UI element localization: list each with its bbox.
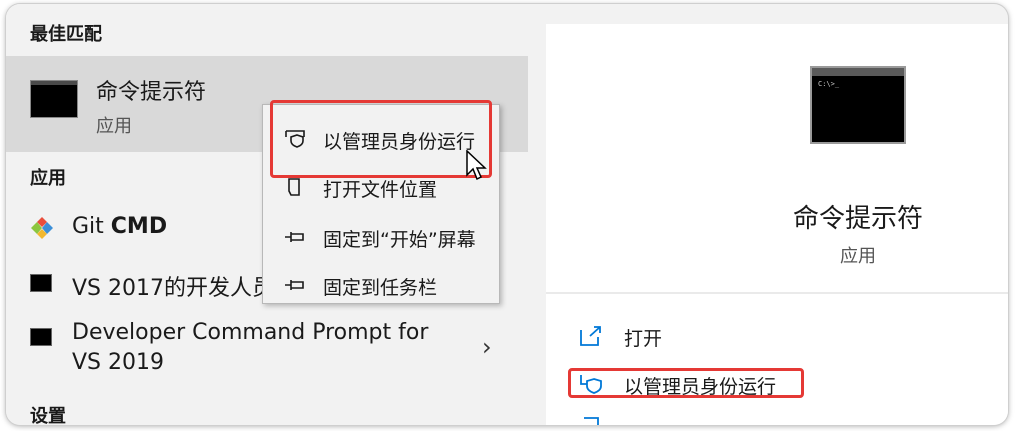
- console-icon: [30, 274, 52, 292]
- best-match-subtitle: 应用: [96, 116, 132, 137]
- cmd-app-icon: [30, 80, 78, 118]
- open-icon: [580, 326, 601, 346]
- app-item-dev-prompt-2019[interactable]: Developer Command Prompt for VS 2019: [6, 314, 528, 384]
- git-icon: [31, 217, 53, 239]
- highlight-box: [270, 100, 492, 178]
- details-title: 命令提示符: [792, 204, 923, 234]
- highlight-box: [568, 368, 804, 398]
- context-item-label: 打开文件位置: [323, 179, 438, 201]
- context-pin-to-taskbar[interactable]: 固定到任务栏: [263, 263, 499, 307]
- details-divider: [546, 292, 1008, 294]
- best-match-header: 最佳匹配: [30, 24, 102, 45]
- next-action-icon: [584, 417, 599, 425]
- pin-icon: [285, 280, 304, 290]
- context-item-label: 固定到任务栏: [323, 277, 438, 299]
- cmd-app-preview-icon: C:\>_: [810, 66, 906, 144]
- folder-icon: [288, 178, 300, 196]
- mouse-cursor-icon: [466, 150, 487, 181]
- app-item-label: VS 2017的开发人员: [72, 276, 274, 301]
- context-pin-to-start[interactable]: 固定到“开始”屏幕: [263, 215, 499, 259]
- action-label: 打开: [624, 328, 663, 350]
- search-results-window: 最佳匹配 命令提示符 应用 应用 Git CMD VS 2017的开发人员 De…: [6, 4, 1008, 425]
- chevron-right-icon[interactable]: ›: [482, 333, 492, 361]
- app-item-label: Developer Command Prompt for VS 2019: [72, 320, 429, 375]
- settings-header: 设置: [30, 406, 66, 425]
- details-pane: C:\>_ 命令提示符 应用 打开 以管理员身份运行: [546, 24, 1008, 425]
- pin-icon: [285, 232, 304, 242]
- app-item-label: Git CMD: [72, 214, 168, 239]
- details-subtitle: 应用: [840, 246, 876, 267]
- console-icon: [30, 328, 52, 346]
- apps-header: 应用: [30, 168, 66, 189]
- context-item-label: 固定到“开始”屏幕: [323, 229, 476, 251]
- best-match-title: 命令提示符: [96, 80, 207, 105]
